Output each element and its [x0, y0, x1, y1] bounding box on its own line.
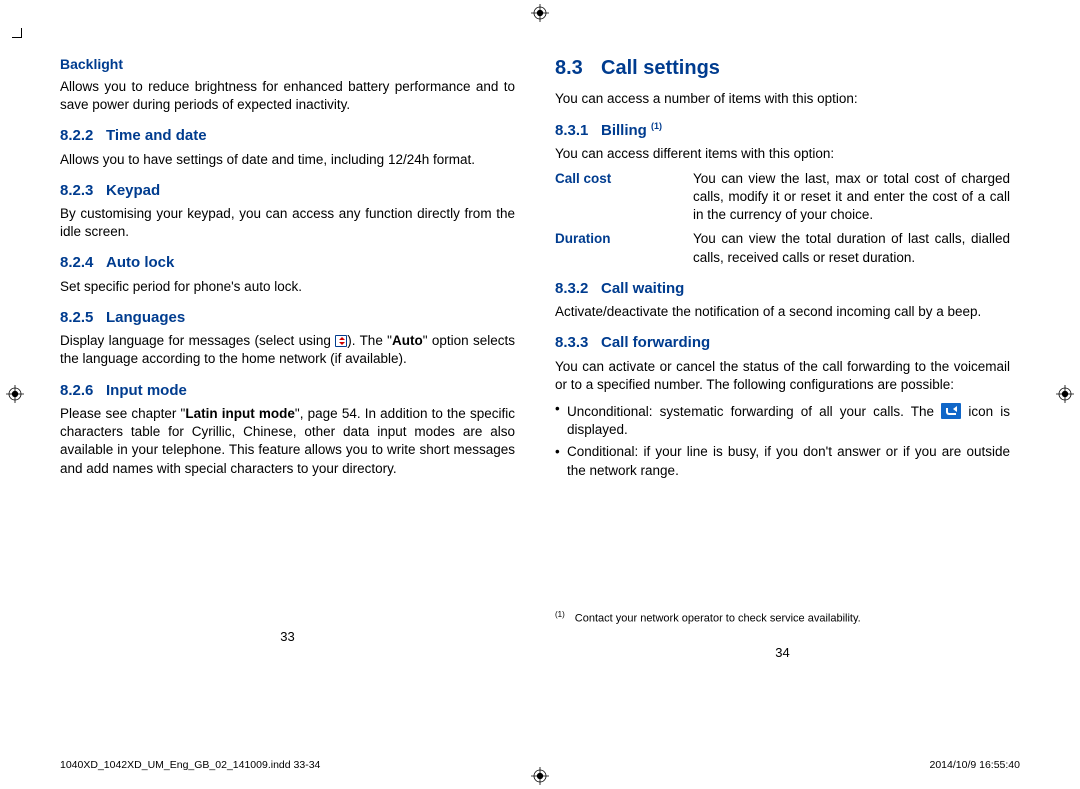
para-input-mode: Please see chapter "Latin input mode", p…: [60, 405, 515, 478]
def-call-cost: Call cost You can view the last, max or …: [555, 170, 1010, 225]
meta-timestamp: 2014/10/9 16:55:40: [929, 759, 1020, 771]
term-duration: Duration: [555, 230, 693, 266]
bullet-conditional: • Conditional: if your line is busy, if …: [555, 443, 1010, 479]
page-number-right: 34: [555, 644, 1010, 662]
meta-filename: 1040XD_1042XD_UM_Eng_GB_02_141009.indd 3…: [60, 759, 320, 771]
forward-icon: [941, 403, 961, 419]
heading-input-mode: 8.2.6Input mode: [60, 381, 515, 401]
nav-key-icon: [335, 335, 347, 347]
print-metadata: 1040XD_1042XD_UM_Eng_GB_02_141009.indd 3…: [60, 759, 1020, 771]
registration-mark-icon: [1056, 385, 1074, 403]
para-call-forwarding: You can activate or cancel the status of…: [555, 358, 1010, 394]
para-languages: Display language for messages (select us…: [60, 332, 515, 368]
para-call-waiting: Activate/deactivate the notification of …: [555, 303, 1010, 321]
def-duration-text: You can view the total duration of last …: [693, 230, 1010, 266]
para-billing: You can access different items with this…: [555, 145, 1010, 163]
heading-billing: 8.3.1Billing (1): [555, 120, 1010, 141]
bullet-dot-icon: •: [555, 443, 567, 479]
bullet-unconditional: • Unconditional: systematic forwarding o…: [555, 400, 1010, 439]
heading-call-forwarding: 8.3.3Call forwarding: [555, 333, 1010, 353]
crop-mark-icon: [12, 28, 30, 46]
para-keypad: By customising your keypad, you can acce…: [60, 205, 515, 241]
heading-keypad: 8.2.3Keypad: [60, 181, 515, 201]
def-duration: Duration You can view the total duration…: [555, 230, 1010, 266]
term-call-cost: Call cost: [555, 170, 693, 225]
heading-call-waiting: 8.3.2Call waiting: [555, 279, 1010, 299]
bullet-dot-icon: •: [555, 400, 567, 439]
footnote: (1)Contact your network operator to chec…: [555, 610, 1010, 627]
heading-time-date: 8.2.2Time and date: [60, 126, 515, 146]
heading-languages: 8.2.5Languages: [60, 308, 515, 328]
para-time-date: Allows you to have settings of date and …: [60, 151, 515, 169]
heading-backlight: Backlight: [60, 55, 515, 74]
registration-mark-icon: [6, 385, 24, 403]
heading-call-settings: 8.3Call settings: [555, 55, 1010, 82]
para-call-settings: You can access a number of items with th…: [555, 90, 1010, 108]
def-call-cost-text: You can view the last, max or total cost…: [693, 170, 1010, 225]
registration-mark-icon: [531, 4, 549, 22]
page-right: 8.3Call settings You can access a number…: [555, 55, 1010, 662]
para-backlight: Allows you to reduce brightness for enha…: [60, 78, 515, 114]
para-auto-lock: Set specific period for phone's auto loc…: [60, 278, 515, 296]
heading-auto-lock: 8.2.4Auto lock: [60, 253, 515, 273]
page-number-left: 33: [60, 628, 515, 646]
page-left: Backlight Allows you to reduce brightnes…: [60, 55, 515, 662]
